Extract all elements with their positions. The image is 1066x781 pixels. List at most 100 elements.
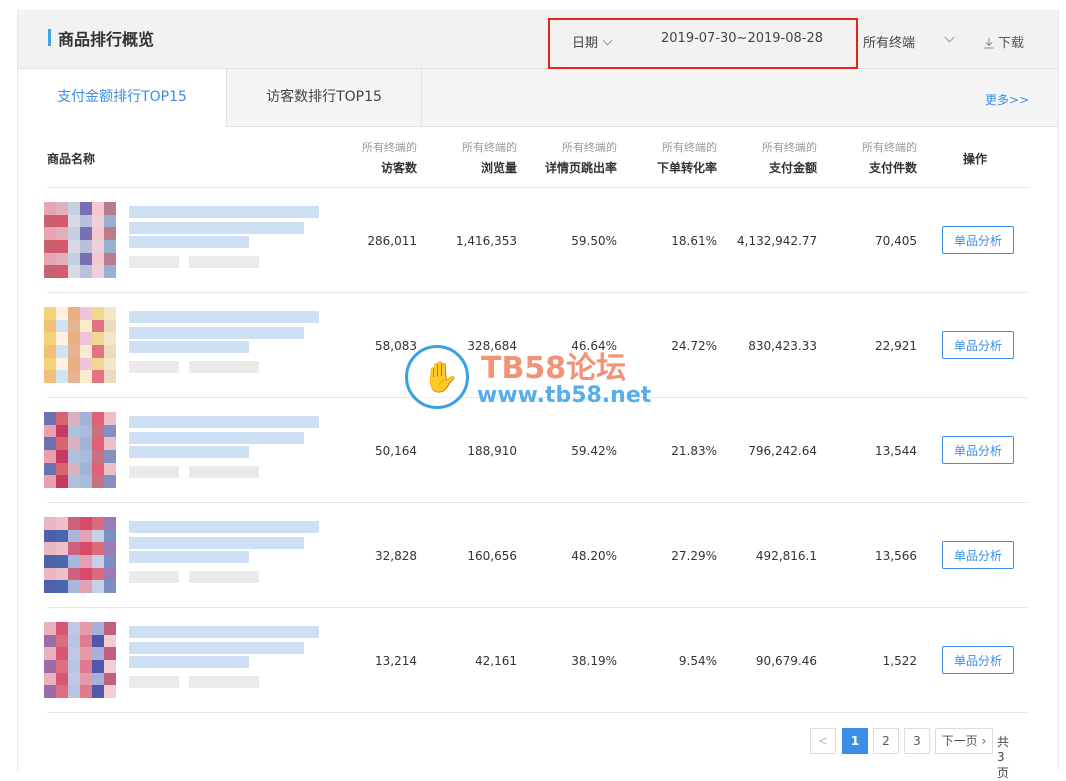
download-icon [984, 38, 994, 49]
blurred-product-text [129, 537, 304, 549]
cell-visitors: 32,828 [375, 549, 417, 563]
blurred-product-text [129, 222, 304, 234]
tab-visitors-top15[interactable]: 访客数排行TOP15 [227, 69, 422, 126]
download-label: 下载 [998, 36, 1025, 51]
cell-items: 13,566 [875, 549, 917, 563]
cell-bounce: 59.50% [571, 234, 617, 248]
cell-items: 1,522 [882, 654, 917, 668]
product-analysis-button[interactable]: 单品分析 [942, 331, 1014, 359]
cell-bounce: 38.19% [571, 654, 617, 668]
cell-bounce: 48.20% [571, 549, 617, 563]
col-product-name: 商品名称 [47, 152, 96, 166]
col-main-label: 浏览量 [480, 161, 517, 175]
col-main-label: 详情页跳出率 [544, 161, 617, 175]
col-sub-label: 所有终端的 [462, 141, 517, 154]
cell-bounce: 59.42% [571, 444, 617, 458]
col-main-label: 支付件数 [868, 161, 917, 175]
col-payment-amount[interactable]: 所有终端的 支付金额 [737, 139, 817, 176]
product-thumbnail[interactable] [44, 307, 116, 383]
product-analysis-button[interactable]: 单品分析 [942, 226, 1014, 254]
cell-amount: 830,423.33 [748, 339, 817, 353]
page-3-button[interactable]: 3 [904, 728, 930, 754]
tab-bar: 支付金额排行TOP15 访客数排行TOP15 更多>> [18, 69, 1058, 127]
cell-items: 13,544 [875, 444, 917, 458]
table-row: 286,011 1,416,353 59.50% 18.61% 4,132,942.77… [44, 188, 1028, 293]
cell-conversion: 18.61% [671, 234, 717, 248]
chevron-down-icon[interactable] [944, 32, 955, 43]
hand-logo-icon: ✋ [405, 345, 469, 409]
date-highlight-box [548, 18, 858, 69]
cell-pageviews: 1,416,353 [455, 234, 517, 248]
col-payment-items[interactable]: 所有终端的 支付件数 [837, 139, 917, 176]
more-link[interactable]: 更多>> [985, 91, 1029, 108]
blurred-product-text [129, 551, 249, 563]
blurred-product-text [129, 571, 179, 583]
blurred-product-text [129, 206, 319, 218]
col-bounce-rate[interactable]: 所有终端的 详情页跳出率 [527, 139, 617, 176]
blurred-product-text [129, 656, 249, 668]
cell-pageviews: 188,910 [467, 444, 517, 458]
cell-conversion: 27.29% [671, 549, 717, 563]
tab-payment-top15[interactable]: 支付金额排行TOP15 [18, 69, 227, 127]
page-1-button[interactable]: 1 [842, 728, 868, 754]
blurred-product-text [189, 466, 259, 478]
col-main-label: 访客数 [380, 161, 417, 175]
table-row: 32,828 160,656 48.20% 27.29% 492,816.1 13,566… [44, 503, 1028, 608]
product-thumbnail[interactable] [44, 517, 116, 593]
blurred-product-text [129, 642, 304, 654]
cell-conversion: 9.54% [678, 654, 717, 668]
product-analysis-button[interactable]: 单品分析 [942, 541, 1014, 569]
panel-title: 商品排行概览 [58, 30, 155, 49]
blurred-product-text [189, 571, 259, 583]
table-row: 13,214 42,161 38.19% 9.54% 90,679.46 1,522 单品分… [44, 608, 1028, 713]
col-sub-label: 所有终端的 [662, 141, 717, 154]
blurred-product-text [189, 256, 259, 268]
blurred-product-text [129, 341, 249, 353]
blurred-product-text [189, 676, 259, 688]
terminal-dropdown[interactable]: 所有终端 [863, 32, 915, 51]
col-main-label: 下单转化率 [656, 161, 717, 175]
col-visitors[interactable]: 所有终端的 访客数 [347, 139, 417, 176]
product-analysis-button[interactable]: 单品分析 [942, 436, 1014, 464]
blurred-product-text [129, 432, 304, 444]
col-sub-label: 所有终端的 [562, 141, 617, 154]
download-button[interactable]: 下载 [984, 32, 1024, 51]
blurred-product-text [129, 416, 319, 428]
cell-amount: 492,816.1 [755, 549, 817, 563]
next-page-button[interactable]: 下一页 › [935, 728, 993, 754]
product-thumbnail[interactable] [44, 202, 116, 278]
blurred-product-text [129, 327, 304, 339]
page-2-button[interactable]: 2 [873, 728, 899, 754]
cell-items: 70,405 [875, 234, 917, 248]
prev-page-button[interactable]: < [810, 728, 836, 754]
title-accent-bar [48, 29, 51, 46]
blurred-product-text [189, 361, 259, 373]
next-page-label: 下一页 [941, 734, 978, 748]
cell-visitors: 13,214 [375, 654, 417, 668]
col-sub-label: 所有终端的 [862, 141, 917, 154]
cell-visitors: 50,164 [375, 444, 417, 458]
cell-amount: 796,242.64 [748, 444, 817, 458]
blurred-product-text [129, 236, 249, 248]
forum-watermark: ✋ TB58论坛 www.tb58.net [405, 345, 665, 415]
watermark-url: www.tb58.net [477, 383, 652, 408]
cell-visitors: 286,011 [367, 234, 417, 248]
product-analysis-button[interactable]: 单品分析 [942, 646, 1014, 674]
watermark-title: TB58论坛 [481, 351, 627, 386]
col-conversion-rate[interactable]: 所有终端的 下单转化率 [637, 139, 717, 176]
col-action: 操作 [963, 152, 988, 166]
product-thumbnail[interactable] [44, 622, 116, 698]
total-pages: 共3页 [997, 735, 1010, 780]
blurred-product-text [129, 466, 179, 478]
col-pageviews[interactable]: 所有终端的 浏览量 [447, 139, 517, 176]
col-sub-label: 所有终端的 [362, 141, 417, 154]
cell-conversion: 21.83% [671, 444, 717, 458]
col-main-label: 支付金额 [768, 161, 817, 175]
blurred-product-text [129, 521, 319, 533]
blurred-product-text [129, 361, 179, 373]
blurred-product-text [129, 626, 319, 638]
cell-amount: 90,679.46 [755, 654, 817, 668]
col-sub-label: 所有终端的 [762, 141, 817, 154]
blurred-product-text [129, 256, 179, 268]
product-thumbnail[interactable] [44, 412, 116, 488]
